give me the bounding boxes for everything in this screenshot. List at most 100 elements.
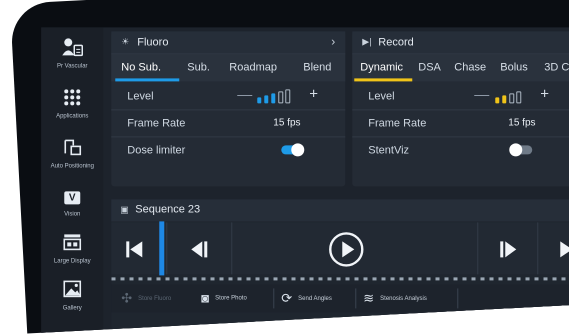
sequence-header[interactable]: ▣ Sequence 23 › bbox=[111, 199, 569, 222]
dose-limiter-label: Dose limiter bbox=[127, 144, 186, 157]
sidebar-item-label: Large Display bbox=[53, 258, 91, 265]
tab-chase[interactable]: Chase bbox=[454, 61, 486, 73]
sidebar-item-large-display[interactable]: Large Display bbox=[41, 232, 103, 264]
sidebar-item-auto-positioning[interactable]: Auto Positioning bbox=[41, 137, 103, 169]
fluoro-icon: ☀ bbox=[121, 36, 130, 47]
sidebar-item-pr-vascular[interactable]: Pr Vascular bbox=[41, 37, 103, 69]
divider bbox=[457, 288, 459, 309]
vision-icon: V bbox=[61, 185, 83, 205]
tab-dynamic[interactable]: Dynamic bbox=[360, 61, 403, 73]
store-fluoro-button[interactable]: ✣ Store Fluoro bbox=[121, 290, 171, 306]
stentviz-toggle[interactable] bbox=[509, 143, 533, 157]
sequence-title: Sequence 23 bbox=[135, 203, 201, 216]
device-bezel: Pr Vascular Applications Auto Positionin… bbox=[10, 0, 569, 334]
tab-3d-ct[interactable]: 3D CT bbox=[544, 61, 569, 73]
tab-blend[interactable]: Blend bbox=[303, 61, 331, 73]
send-angles-icon: ⟳ bbox=[281, 290, 293, 306]
record-panel: ▶| Record › Dynamic DSA Chase Bolus 3D C… bbox=[352, 31, 569, 187]
frame-rate-label: Frame Rate bbox=[368, 117, 427, 130]
sidebar-item-label: Pr Vascular bbox=[56, 63, 88, 70]
sidebar-item-label: Vision bbox=[64, 211, 81, 218]
store-photo-button[interactable]: ◙ Store Photo bbox=[201, 290, 247, 305]
record-frame-rate-row[interactable]: Frame Rate 15 fps bbox=[352, 110, 569, 138]
fluoro-dose-limiter-row: Dose limiter bbox=[111, 137, 345, 163]
tab-no-sub[interactable]: No Sub. bbox=[121, 61, 161, 73]
fluoro-header[interactable]: ☀ Fluoro › bbox=[111, 31, 346, 55]
level-bar bbox=[278, 91, 284, 104]
active-tab-indicator bbox=[115, 78, 180, 82]
store-fluoro-icon: ✣ bbox=[121, 290, 133, 306]
large-display-icon bbox=[61, 232, 83, 252]
fluoro-frame-rate-row[interactable]: Frame Rate 15 fps bbox=[111, 110, 346, 138]
skip-to-end-button[interactable] bbox=[543, 222, 569, 274]
stenosis-analysis-icon: ≋ bbox=[363, 290, 375, 306]
stenosis-analysis-button[interactable]: ≋ Stenosis Analysis bbox=[363, 290, 427, 306]
sidebar-item-gallery[interactable]: Gallery bbox=[41, 279, 103, 311]
level-label: Level bbox=[368, 90, 395, 103]
sequence-frame-track[interactable] bbox=[111, 277, 569, 281]
level-increase-button[interactable]: + bbox=[540, 85, 549, 102]
step-forward-button[interactable] bbox=[483, 222, 533, 274]
dose-limiter-toggle[interactable] bbox=[281, 143, 305, 157]
fluoro-title: Fluoro bbox=[137, 36, 169, 49]
camera-icon: ◙ bbox=[201, 290, 210, 306]
tab-bolus[interactable]: Bolus bbox=[500, 61, 528, 73]
sequence-panel: ▣ Sequence 23 › bbox=[111, 199, 569, 334]
touch-screen: Pr Vascular Applications Auto Positionin… bbox=[41, 27, 569, 334]
skip-to-start-button[interactable] bbox=[111, 222, 157, 274]
frame-rate-label: Frame Rate bbox=[127, 117, 186, 130]
level-indicator bbox=[257, 89, 301, 104]
tab-dsa[interactable]: DSA bbox=[418, 61, 441, 73]
frame-rate-value: 15 fps bbox=[508, 117, 536, 129]
divider bbox=[477, 222, 479, 275]
level-increase-button[interactable]: + bbox=[309, 85, 318, 102]
level-bar bbox=[516, 91, 522, 104]
level-bar bbox=[271, 93, 276, 104]
record-level-row: Level — + bbox=[352, 83, 569, 111]
fluoro-panel: ☀ Fluoro › No Sub. Sub. Roadmap Blend Le… bbox=[111, 31, 346, 187]
tab-roadmap[interactable]: Roadmap bbox=[229, 61, 277, 73]
sequence-icon: ▣ bbox=[120, 204, 129, 215]
active-tab-indicator bbox=[354, 78, 413, 82]
record-tabs: Dynamic DSA Chase Bolus 3D CT bbox=[352, 54, 569, 82]
level-decrease-button[interactable]: — bbox=[237, 86, 252, 103]
toggle-knob bbox=[509, 143, 523, 157]
sidebar-item-label: Applications bbox=[56, 113, 89, 120]
level-bar bbox=[495, 97, 500, 104]
level-indicator bbox=[495, 89, 531, 104]
sidebar-item-label: Gallery bbox=[62, 305, 82, 312]
sequence-progress-marker[interactable] bbox=[159, 221, 165, 276]
record-title: Record bbox=[378, 36, 414, 49]
frame-rate-value: 15 fps bbox=[273, 117, 301, 129]
level-decrease-button[interactable]: — bbox=[474, 86, 489, 103]
send-angles-button[interactable]: ⟳ Send Angles bbox=[281, 290, 332, 306]
level-bar bbox=[257, 97, 262, 104]
level-bar bbox=[264, 95, 269, 104]
fluoro-level-row: Level — + bbox=[111, 83, 346, 111]
divider bbox=[273, 288, 275, 309]
level-bar bbox=[502, 95, 507, 104]
sidebar-item-vision[interactable]: V Vision bbox=[41, 185, 103, 217]
record-icon: ▶| bbox=[362, 36, 372, 47]
step-back-button[interactable] bbox=[171, 222, 227, 274]
sidebar-item-applications[interactable]: Applications bbox=[41, 87, 103, 119]
divider bbox=[537, 222, 539, 275]
sidebar: Pr Vascular Applications Auto Positionin… bbox=[41, 27, 104, 334]
toggle-knob bbox=[291, 143, 305, 157]
tab-sub[interactable]: Sub. bbox=[187, 61, 210, 73]
play-button[interactable] bbox=[311, 222, 381, 274]
level-bar bbox=[285, 89, 291, 104]
auto-positioning-icon bbox=[61, 137, 83, 157]
fluoro-tabs: No Sub. Sub. Roadmap Blend bbox=[111, 54, 346, 82]
chevron-right-icon[interactable]: › bbox=[331, 34, 335, 48]
level-bar bbox=[509, 93, 515, 104]
divider bbox=[355, 288, 357, 309]
gallery-icon bbox=[61, 279, 83, 299]
patient-vascular-icon bbox=[61, 37, 84, 57]
level-label: Level bbox=[127, 90, 154, 103]
sidebar-item-label: Auto Positioning bbox=[50, 163, 94, 170]
divider bbox=[166, 222, 168, 275]
playback-controls bbox=[111, 221, 569, 276]
record-header[interactable]: ▶| Record › bbox=[352, 31, 569, 55]
action-bar: ✣ Store Fluoro ◙ Store Photo ⟳ Send Angles … bbox=[111, 284, 569, 313]
